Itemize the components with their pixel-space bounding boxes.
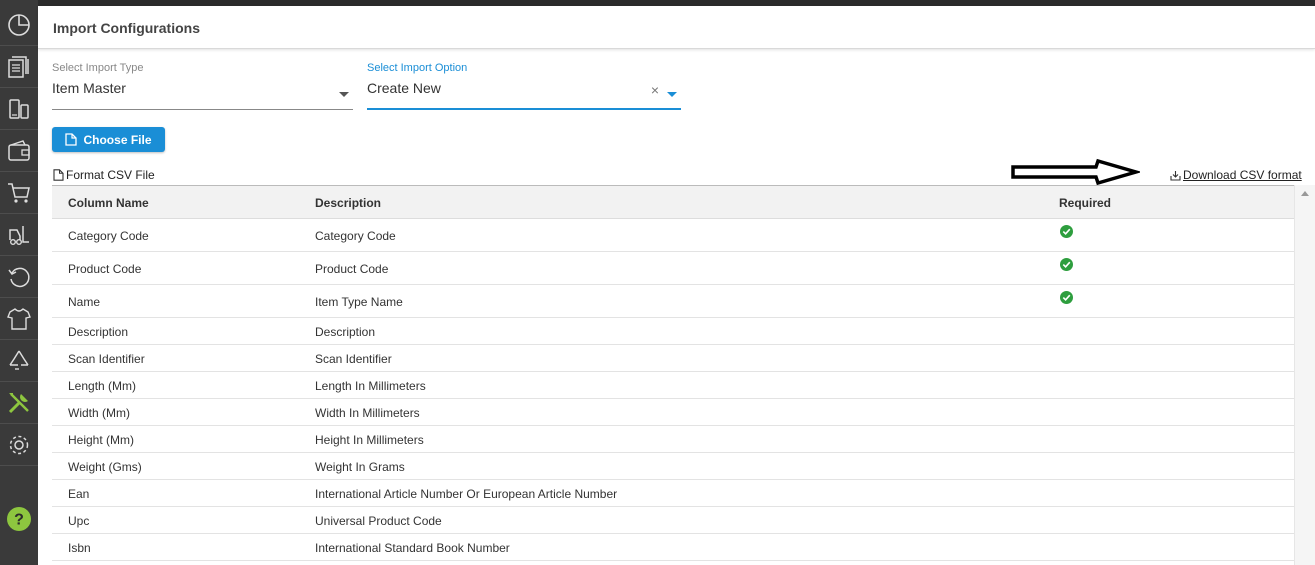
column-name-cell: Width (Mm) (68, 406, 130, 420)
required-check-icon (1060, 258, 1073, 271)
download-csv-link[interactable]: Download CSV format (1170, 168, 1302, 182)
help-button[interactable]: ? (0, 500, 38, 538)
sidebar-item-dashboard[interactable] (0, 4, 38, 46)
required-check-icon (1060, 225, 1073, 238)
page-header: Import Configurations (38, 6, 1315, 49)
shirt-icon (7, 307, 31, 330)
table-row: Length (Mm) Length In Millimeters (52, 372, 1294, 399)
refresh-icon (8, 267, 30, 287)
import-option-value: Create New (367, 80, 441, 96)
choose-file-button[interactable]: Choose File (52, 127, 165, 152)
table-row: Description Description (52, 318, 1294, 345)
wallet-icon (8, 139, 30, 161)
table-header: Column Name Description Required (52, 186, 1294, 219)
arrow-right-icon (1011, 158, 1140, 186)
required-header: Required (1059, 196, 1112, 210)
cart-icon (8, 182, 30, 203)
device-icon (9, 98, 29, 119)
table-row: Product Code Product Code (52, 252, 1294, 285)
recycle-icon (9, 350, 29, 370)
table-row: Scan Identifier Scan Identifier (52, 345, 1294, 372)
column-name-cell: Category Code (68, 229, 149, 243)
help-icon: ? (7, 507, 31, 531)
download-csv-text: Download CSV format (1183, 168, 1302, 182)
table-row: Upc Universal Product Code (52, 507, 1294, 534)
sidebar-item-tools[interactable] (0, 382, 38, 424)
table-row: Isbn International Standard Book Number (52, 534, 1294, 561)
sidebar-item-device[interactable] (0, 88, 38, 130)
file-icon (65, 133, 78, 146)
import-type-select[interactable]: Select Import Type Item Master (52, 62, 353, 110)
import-option-select[interactable]: Select Import Option Create New × (367, 62, 681, 110)
import-type-underline (52, 109, 353, 110)
description-cell: Universal Product Code (315, 514, 442, 528)
table-row: Ean International Article Number Or Europ… (52, 480, 1294, 507)
description-cell: Item Type Name (315, 295, 403, 309)
column-name-cell: Name (68, 295, 101, 309)
scroll-up-icon[interactable] (1301, 191, 1309, 196)
format-csv-label: Format CSV File (53, 168, 155, 182)
gear-icon (9, 435, 29, 454)
description-cell: Length In Millimeters (315, 379, 426, 393)
column-name-cell: Ean (68, 487, 90, 501)
format-csv-text: Format CSV File (66, 168, 155, 182)
file-icon (53, 169, 64, 181)
description-cell: Category Code (315, 229, 396, 243)
table-row: Category Code Category Code (52, 219, 1294, 252)
svg-text:?: ? (14, 512, 24, 529)
dashboard-icon (8, 13, 30, 36)
import-type-label: Select Import Type (52, 62, 144, 74)
table-row: Weight (Gms) Weight In Grams (52, 453, 1294, 480)
required-check-icon (1060, 291, 1073, 304)
description-cell: International Article Number Or European… (315, 487, 618, 501)
app-window: ? Import Configurations Select Import Ty… (0, 0, 1315, 565)
chevron-down-icon (339, 92, 349, 97)
table-row: Name Item Type Name (52, 285, 1294, 318)
sidebar-item-shirt[interactable] (0, 298, 38, 340)
column-name-cell: Length (Mm) (68, 379, 137, 393)
description-header: Description (315, 196, 382, 210)
description-cell: International Standard Book Number (315, 541, 510, 555)
format-table: Column Name Description Required Categor… (52, 185, 1294, 565)
column-name-cell: Product Code (68, 262, 142, 276)
sidebar-item-cart[interactable] (0, 172, 38, 214)
chevron-down-icon (667, 92, 677, 97)
table-row: Height (Mm) Height In Millimeters (52, 426, 1294, 453)
column-name-cell: Upc (68, 514, 90, 528)
description-cell: Width In Millimeters (315, 406, 420, 420)
table-scrollbar[interactable] (1294, 185, 1315, 565)
download-icon (1170, 170, 1181, 181)
choose-file-label: Choose File (83, 132, 152, 147)
description-cell: Description (315, 325, 376, 339)
sidebar-item-recycle[interactable] (0, 340, 38, 382)
description-cell: Scan Identifier (315, 352, 392, 366)
column-name-cell: Isbn (68, 541, 91, 555)
documents-icon (8, 55, 29, 78)
column-name-cell: Description (68, 325, 129, 339)
column-name-header: Column Name (68, 196, 149, 210)
import-type-value: Item Master (52, 80, 126, 96)
forklift-icon (9, 225, 29, 245)
column-name-cell: Height (Mm) (68, 433, 135, 447)
table-row: Width (Mm) Width In Millimeters (52, 399, 1294, 426)
clear-icon[interactable]: × (651, 82, 659, 98)
sidebar-item-documents[interactable] (0, 46, 38, 88)
import-option-underline (367, 108, 681, 110)
description-cell: Product Code (315, 262, 389, 276)
description-cell: Weight In Grams (315, 460, 405, 474)
page-title: Import Configurations (53, 20, 200, 36)
tools-icon (8, 392, 29, 413)
sidebar-item-forklift[interactable] (0, 214, 38, 256)
column-name-cell: Weight (Gms) (68, 460, 142, 474)
import-option-label: Select Import Option (367, 62, 468, 74)
description-cell: Height In Millimeters (315, 433, 424, 447)
sidebar-item-refresh[interactable] (0, 256, 38, 298)
sidebar: ? (0, 0, 38, 565)
sidebar-item-settings[interactable] (0, 424, 38, 466)
column-name-cell: Scan Identifier (68, 352, 145, 366)
sidebar-item-wallet[interactable] (0, 130, 38, 172)
